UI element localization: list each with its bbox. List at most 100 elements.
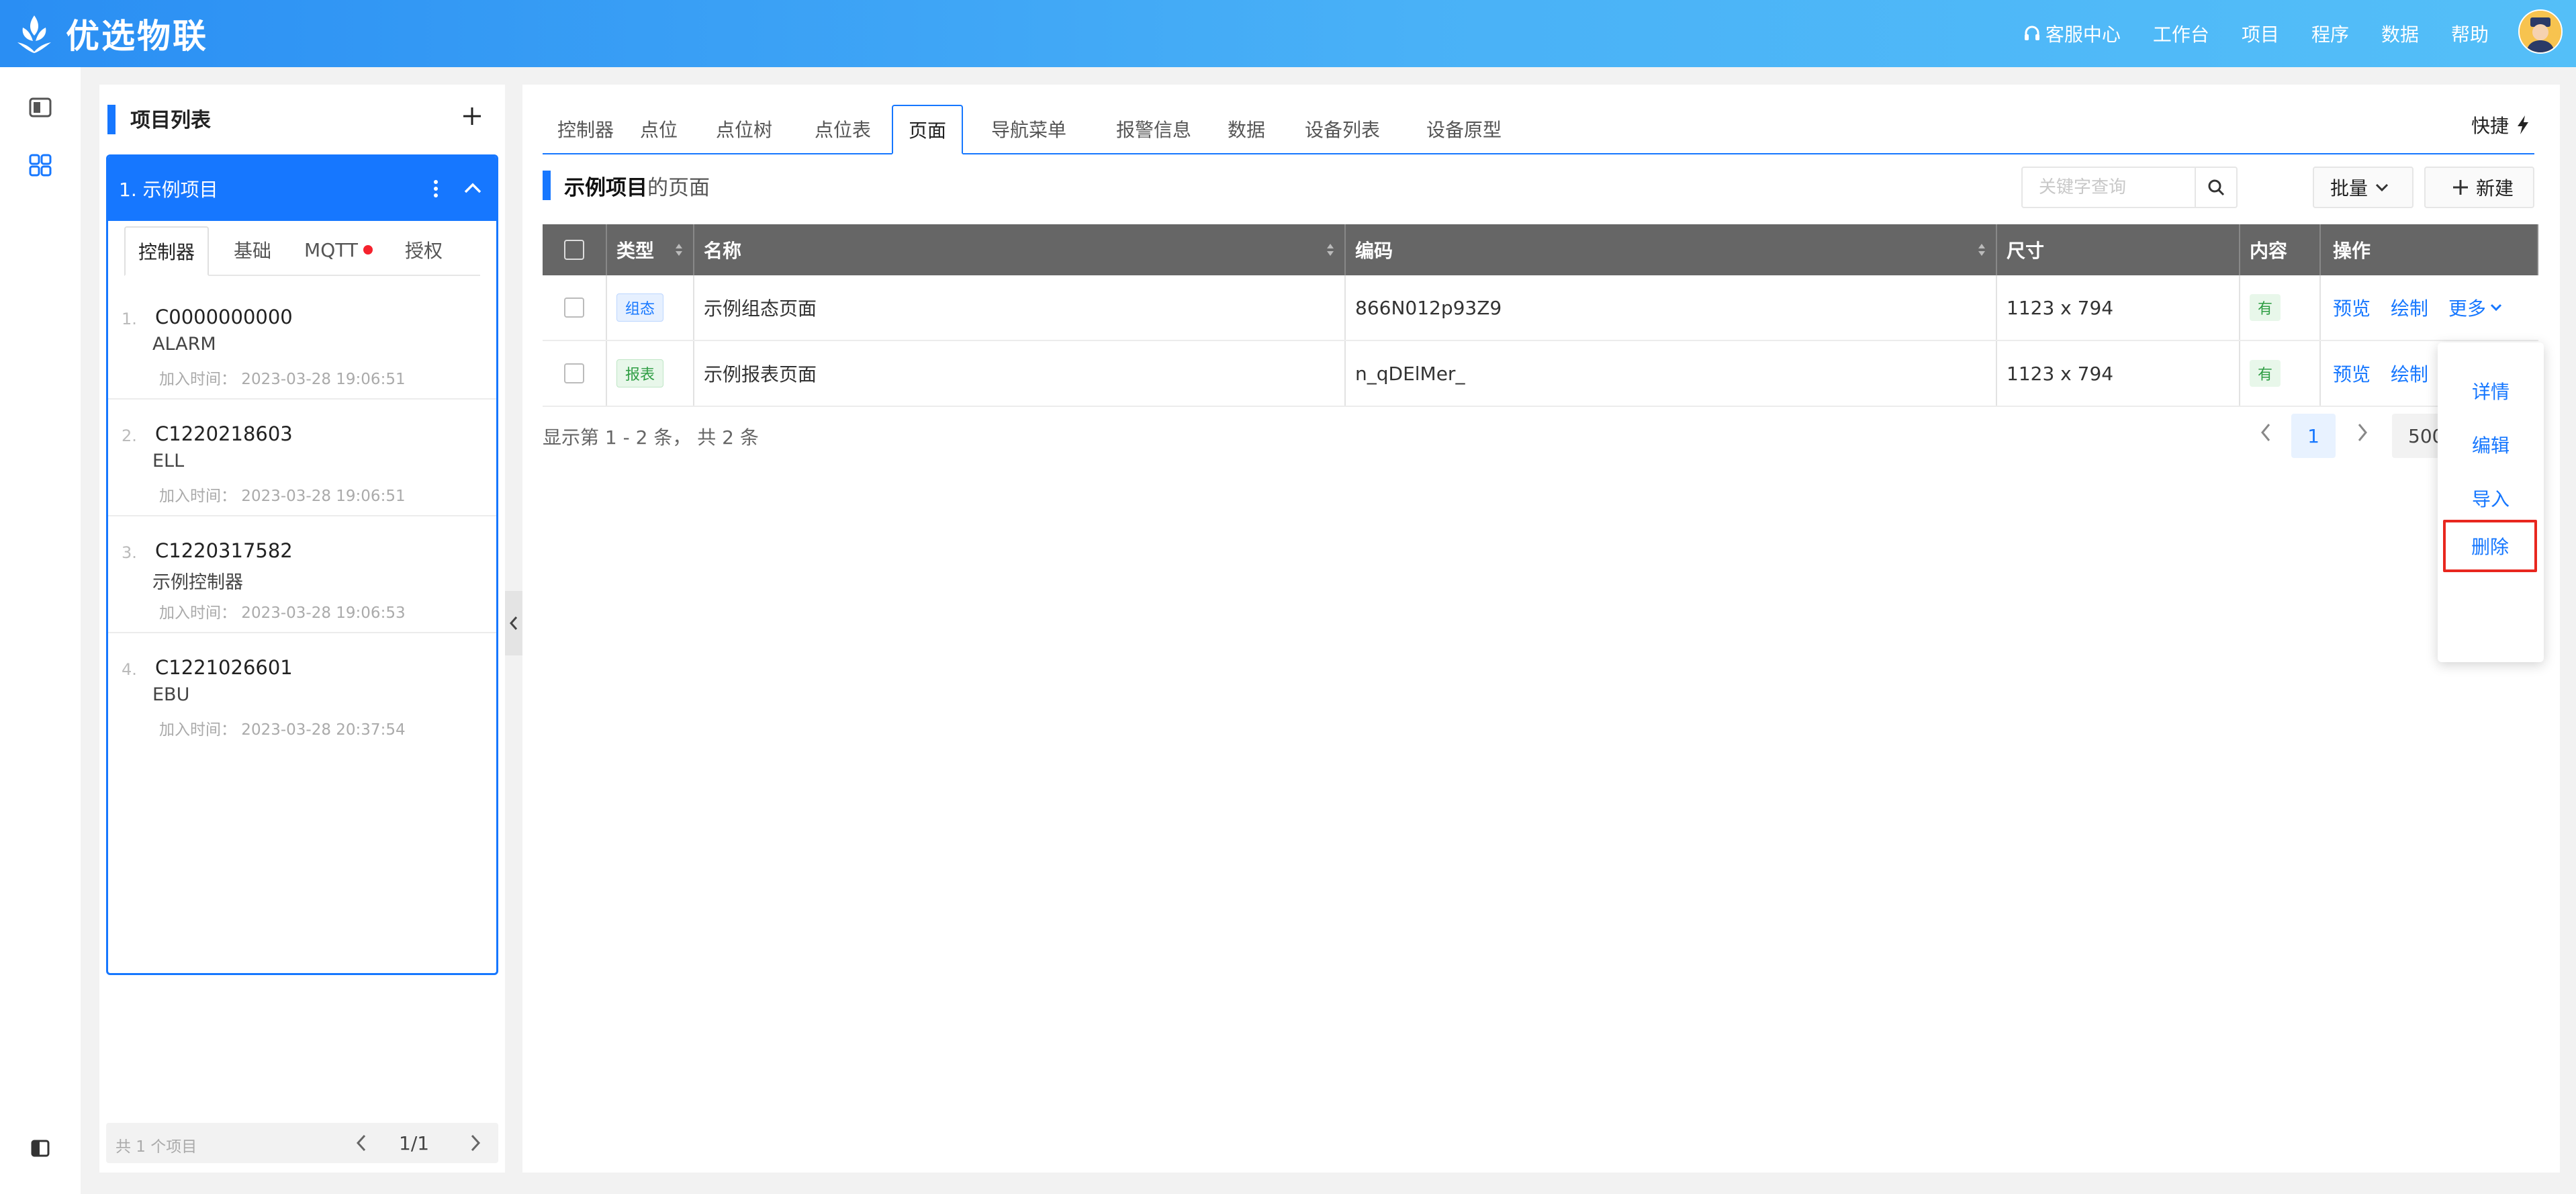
app-name: 优选物联 [66,17,208,56]
project-menu-button[interactable] [428,177,444,201]
new-page-button[interactable]: 新建 [2424,167,2534,208]
tab-data[interactable]: 数据 [1213,105,1280,153]
plus-icon [2452,180,2468,195]
tab-controllers[interactable]: 控制器 [124,226,209,276]
project-count: 共 1 个项目 [116,1138,197,1156]
draw-link[interactable]: 绘制 [2391,294,2428,321]
header-type[interactable]: 类型 [607,224,694,275]
controller-item[interactable]: 4. C1221026601 EBU 加入时间： 2023-03-28 20:3… [108,633,496,750]
row-checkbox[interactable] [564,297,584,318]
menu-item-delete[interactable]: 删除 [2443,520,2537,572]
sidebar-toggle-icon [31,1140,50,1157]
more-actions-menu: 详情 编辑 导入 删除 [2438,342,2544,662]
select-all-checkbox[interactable] [564,240,584,260]
controller-item[interactable]: 2. C1220218603 ELL 加入时间： 2023-03-28 19:0… [108,400,496,516]
header-code-label: 编码 [1355,240,1393,262]
tab-authorization[interactable]: 授权 [381,225,467,275]
chevron-left-icon [356,1134,366,1152]
quick-actions-button[interactable]: 快捷 [2471,111,2530,138]
content-tag: 有 [2250,294,2281,321]
tab-point-tree[interactable]: 点位树 [694,105,794,153]
nav-workbench[interactable]: 工作台 [2153,20,2209,47]
controller-item[interactable]: 1. C0000000000 ALARM 加入时间： 2023-03-28 19… [108,283,496,400]
tab-mqtt[interactable]: MQTT [296,225,381,275]
sidebar-toggle-button[interactable] [24,1132,56,1164]
header-actions: 操作 [2321,224,2538,275]
type-tag: 报表 [616,359,664,387]
nav-program[interactable]: 程序 [2311,20,2349,47]
size-cell: 1123 x 794 [1997,341,2240,406]
tab-pages[interactable]: 页面 [892,105,963,154]
preview-link[interactable]: 预览 [2333,360,2371,387]
nav-project[interactable]: 项目 [2242,20,2279,47]
current-page-button[interactable]: 1 [2291,414,2336,458]
controller-code: C1220218603 [155,422,293,445]
content-cell: 有 [2240,341,2321,406]
preview-link[interactable]: 预览 [2333,294,2371,321]
nav-help[interactable]: 帮助 [2451,20,2489,47]
type-tag: 组态 [616,293,664,322]
prev-page-button[interactable] [348,1130,375,1156]
header-name[interactable]: 名称 [694,224,1346,275]
pages-table: 类型 名称 编码 尺寸 内容 操作 组态 示例组态页面 866N012p93Z9… [543,224,2538,407]
content-cell: 有 [2240,275,2321,340]
sort-icon [1978,244,1985,256]
collapse-project-button[interactable] [459,174,487,202]
customer-service-link[interactable]: 客服中心 [2023,20,2121,47]
brand[interactable]: 优选物联 [13,8,208,59]
draw-link[interactable]: 绘制 [2391,360,2428,387]
chevron-right-icon [2358,424,2367,441]
dashboard-grid-button[interactable] [24,149,56,181]
tab-nav-menu[interactable]: 导航菜单 [963,105,1095,153]
main-panel: 控制器 点位 点位树 点位表 页面 导航菜单 报警信息 数据 设备列表 设备原型… [522,85,2560,1173]
next-page-button[interactable] [2344,414,2381,451]
add-project-button[interactable] [455,99,489,133]
user-avatar-icon [2520,11,2561,52]
tab-controllers[interactable]: 控制器 [548,105,623,153]
keyword-search-input[interactable] [2023,168,2195,207]
panel-layout-icon [29,97,52,118]
controller-index: 3. [122,543,137,562]
project-name: 1. 示例项目 [119,179,218,201]
more-vertical-icon [434,180,438,197]
tab-points[interactable]: 点位 [623,105,694,153]
name-cell: 示例组态页面 [694,275,1346,340]
batch-button[interactable]: 批量 [2313,167,2413,208]
avatar[interactable] [2518,9,2563,54]
tab-basic[interactable]: 基础 [209,225,296,275]
controller-tabs: 控制器 基础 MQTT 授权 [124,221,480,276]
left-rail [0,67,81,1194]
search-button[interactable] [2195,168,2236,207]
row-checkbox[interactable] [564,363,584,383]
controller-item[interactable]: 3. C1220317582 示例控制器 加入时间： 2023-03-28 19… [108,516,496,633]
chevron-left-icon [509,616,518,630]
tab-alarm-info[interactable]: 报警信息 [1095,105,1213,153]
quick-label: 快捷 [2471,115,2509,137]
type-cell: 报表 [607,341,694,406]
project-pagination: 共 1 个项目 1/1 [106,1123,498,1163]
search-icon [2208,179,2225,196]
tab-mqtt-label: MQTT [304,238,358,261]
more-dropdown[interactable]: 更多 [2448,294,2502,321]
menu-item-details[interactable]: 详情 [2438,369,2544,412]
leaf-logo-icon [17,15,51,53]
menu-item-import[interactable]: 导入 [2438,477,2544,520]
menu-item-edit[interactable]: 编辑 [2438,423,2544,466]
tab-point-table[interactable]: 点位表 [794,105,892,153]
row-select-cell [543,341,607,406]
controller-name: ALARM [152,334,216,355]
header-code[interactable]: 编码 [1346,224,1997,275]
controller-added-time: 加入时间： 2023-03-28 20:37:54 [159,721,406,739]
next-page-button[interactable] [462,1130,489,1156]
prev-page-button[interactable] [2247,414,2285,451]
tab-device-list[interactable]: 设备列表 [1280,105,1405,153]
type-cell: 组态 [607,275,694,340]
table-row: 报表 示例报表页面 n_qDElMer_ 1123 x 794 有 预览 绘制 [543,341,2538,407]
nav-data[interactable]: 数据 [2381,20,2419,47]
collapse-panel-handle[interactable] [505,591,522,655]
project-header[interactable]: 1. 示例项目 [108,156,496,221]
plus-icon [463,107,481,125]
tab-device-prototype[interactable]: 设备原型 [1405,105,1523,153]
headset-icon [2024,26,2039,40]
panel-layout-button[interactable] [24,91,56,124]
